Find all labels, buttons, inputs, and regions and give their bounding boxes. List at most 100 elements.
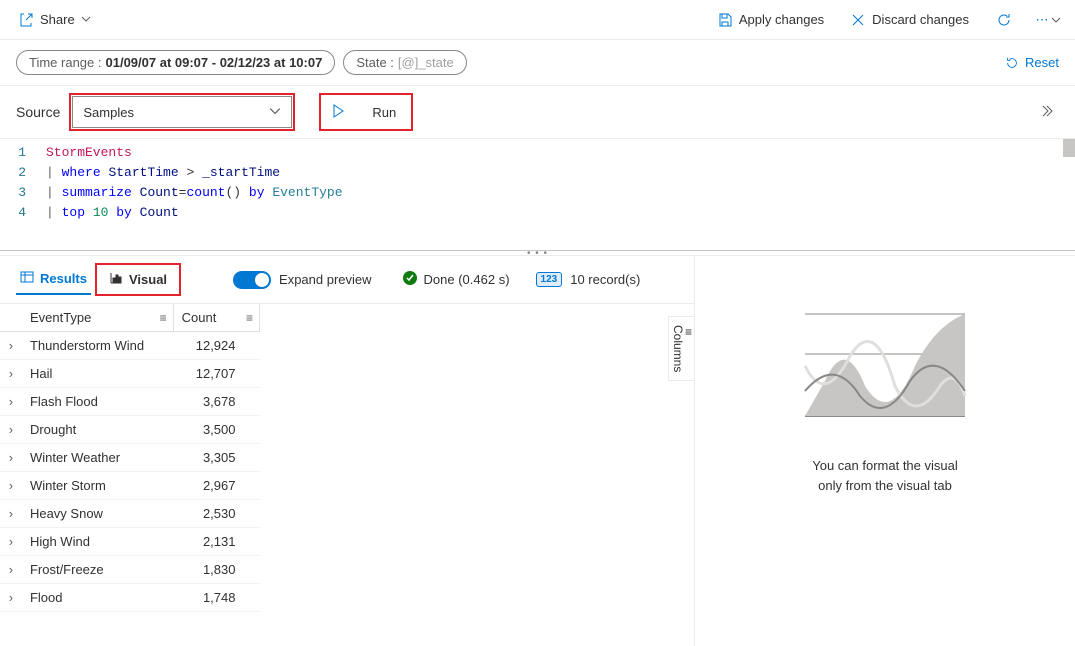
- cell-eventtype: Hail: [22, 360, 173, 388]
- cell-count: 3,500: [173, 416, 259, 444]
- cell-count: 3,305: [173, 444, 259, 472]
- timerange-value: 01/09/07 at 09:07 - 02/12/23 at 10:07: [106, 55, 323, 70]
- chevron-down-icon: [81, 12, 91, 27]
- results-table-wrap: EventType≡ Count≡ ›Thunderstorm Wind12,9…: [0, 304, 694, 646]
- expand-row-icon[interactable]: ›: [0, 528, 22, 556]
- tab-visual-label: Visual: [129, 272, 167, 287]
- chart-placeholder-icon: [795, 296, 975, 426]
- column-header-eventtype[interactable]: EventType≡: [22, 304, 173, 332]
- cell-eventtype: Flood: [22, 584, 173, 612]
- expand-preview-toggle[interactable]: [233, 271, 271, 289]
- cell-count: 2,967: [173, 472, 259, 500]
- table-icon: [20, 270, 34, 287]
- source-label: Source: [16, 104, 60, 120]
- expand-row-icon[interactable]: ›: [0, 416, 22, 444]
- cell-eventtype: High Wind: [22, 528, 173, 556]
- play-icon: [332, 104, 344, 121]
- refresh-button[interactable]: [989, 5, 1019, 35]
- reset-button[interactable]: Reset: [1005, 55, 1059, 70]
- expand-panel-button[interactable]: [1039, 104, 1059, 121]
- expand-preview-label: Expand preview: [279, 272, 372, 287]
- cell-count: 12,707: [173, 360, 259, 388]
- source-select[interactable]: Samples: [72, 96, 292, 128]
- column-header-count[interactable]: Count≡: [173, 304, 259, 332]
- cell-count: 2,530: [173, 500, 259, 528]
- table-row[interactable]: ›Thunderstorm Wind12,924: [0, 332, 260, 360]
- expand-row-icon[interactable]: ›: [0, 388, 22, 416]
- cell-eventtype: Flash Flood: [22, 388, 173, 416]
- table-row[interactable]: ›Hail12,707: [0, 360, 260, 388]
- cell-count: 2,131: [173, 528, 259, 556]
- editor-gutter: 1 2 3 4: [0, 139, 40, 250]
- editor-content[interactable]: StormEvents | where StartTime > _startTi…: [40, 139, 1075, 250]
- run-button[interactable]: Run: [322, 96, 410, 128]
- expand-row-icon[interactable]: ›: [0, 556, 22, 584]
- state-value: [@]_state: [398, 55, 454, 70]
- save-icon: [717, 12, 733, 28]
- reset-label: Reset: [1025, 55, 1059, 70]
- status-text: Done (0.462 s): [424, 272, 510, 287]
- table-row[interactable]: ›Drought3,500: [0, 416, 260, 444]
- discard-label: Discard changes: [872, 12, 969, 27]
- discard-changes-button[interactable]: Discard changes: [844, 8, 975, 32]
- record-count-text: 10 record(s): [570, 272, 640, 287]
- expand-row-icon[interactable]: ›: [0, 444, 22, 472]
- share-icon: [18, 12, 34, 28]
- source-selected-value: Samples: [83, 105, 134, 120]
- cell-count: 3,678: [173, 388, 259, 416]
- share-button[interactable]: Share: [12, 8, 97, 32]
- state-chip[interactable]: State : [@]_state: [343, 50, 466, 75]
- cell-eventtype: Drought: [22, 416, 173, 444]
- visual-format-pane: You can format the visual only from the …: [695, 256, 1075, 646]
- top-toolbar: Share Apply changes Discard changes ⋯: [0, 0, 1075, 40]
- apply-label: Apply changes: [739, 12, 824, 27]
- expand-row-icon[interactable]: ›: [0, 584, 22, 612]
- cell-count: 1,830: [173, 556, 259, 584]
- query-editor[interactable]: 1 2 3 4 StormEvents | where StartTime > …: [0, 138, 1075, 250]
- column-menu-icon[interactable]: ≡: [246, 311, 253, 325]
- apply-changes-button[interactable]: Apply changes: [711, 8, 830, 32]
- source-row: Source Samples Run: [0, 86, 1075, 138]
- column-menu-icon[interactable]: ≡: [160, 311, 167, 325]
- table-row[interactable]: ›Heavy Snow2,530: [0, 500, 260, 528]
- expand-row-icon[interactable]: ›: [0, 500, 22, 528]
- cell-eventtype: Winter Weather: [22, 444, 173, 472]
- editor-scrollbar[interactable]: [1063, 139, 1075, 157]
- cell-eventtype: Frost/Freeze: [22, 556, 173, 584]
- state-label: State :: [356, 55, 394, 70]
- results-table: EventType≡ Count≡ ›Thunderstorm Wind12,9…: [0, 304, 260, 612]
- expand-row-icon[interactable]: ›: [0, 472, 22, 500]
- table-row[interactable]: ›Flash Flood3,678: [0, 388, 260, 416]
- record-count-badge-icon: 123: [536, 272, 563, 287]
- chart-icon: [109, 271, 123, 288]
- cell-count: 1,748: [173, 584, 259, 612]
- reset-icon: [1005, 56, 1019, 70]
- visual-hint-text: You can format the visual only from the …: [812, 456, 958, 495]
- table-row[interactable]: ›Winter Storm2,967: [0, 472, 260, 500]
- expand-row-icon[interactable]: ›: [0, 332, 22, 360]
- timerange-label: Time range :: [29, 55, 102, 70]
- query-status: Done (0.462 s): [402, 270, 510, 289]
- expand-row-icon[interactable]: ›: [0, 360, 22, 388]
- cell-eventtype: Winter Storm: [22, 472, 173, 500]
- cell-count: 12,924: [173, 332, 259, 360]
- close-icon: [850, 12, 866, 28]
- table-row[interactable]: ›High Wind2,131: [0, 528, 260, 556]
- table-row[interactable]: ›Frost/Freeze1,830: [0, 556, 260, 584]
- timerange-chip[interactable]: Time range : 01/09/07 at 09:07 - 02/12/2…: [16, 50, 335, 75]
- tab-visual[interactable]: Visual: [99, 267, 177, 292]
- tab-results-label: Results: [40, 271, 87, 286]
- results-toolbar: Results Visual Expand preview Done (0.46…: [0, 256, 694, 304]
- tab-results[interactable]: Results: [16, 264, 91, 295]
- cell-eventtype: Heavy Snow: [22, 500, 173, 528]
- filter-chips-row: Time range : 01/09/07 at 09:07 - 02/12/2…: [0, 40, 1075, 86]
- checkmark-icon: [402, 270, 418, 289]
- ellipsis-icon: ⋯: [1036, 12, 1049, 28]
- share-label: Share: [40, 12, 75, 27]
- chevron-down-icon: [269, 105, 281, 120]
- columns-panel-toggle[interactable]: Columns: [668, 316, 694, 381]
- more-menu-button[interactable]: ⋯: [1033, 5, 1063, 35]
- table-row[interactable]: ›Winter Weather3,305: [0, 444, 260, 472]
- table-row[interactable]: ›Flood1,748: [0, 584, 260, 612]
- run-label: Run: [372, 105, 396, 120]
